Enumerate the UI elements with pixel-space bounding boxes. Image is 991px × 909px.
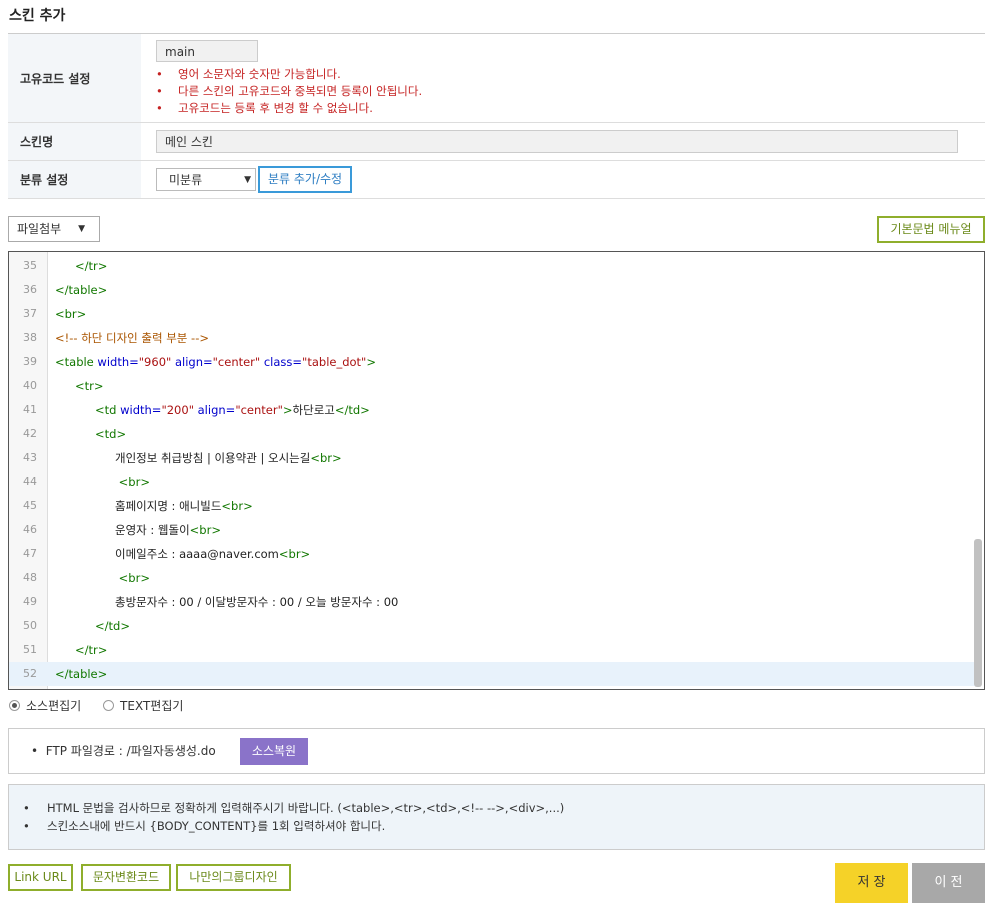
code-line[interactable]: 39 <table width="960" align="center" clas… [9, 350, 975, 374]
code-line[interactable]: 35 </tr> [9, 254, 975, 278]
link-url-button[interactable]: Link URL [8, 864, 73, 891]
code-line[interactable]: 42 <td> [9, 422, 975, 446]
line-number: 39 [23, 355, 37, 368]
page-title: 스킨 추가 [9, 8, 66, 24]
code-text: 홈페이지명 : 애니빌드<br> [115, 499, 253, 513]
code-text: <table width="960" align="center" class=… [55, 355, 376, 369]
caret-down-icon: ▼ [78, 224, 85, 234]
category-select[interactable]: 미분류 ▼ [156, 168, 256, 191]
code-line[interactable]: 47 이메일주소 : aaaa@naver.com<br> [9, 542, 975, 566]
code-line[interactable]: 45 홈페이지명 : 애니빌드<br> [9, 494, 975, 518]
skin-form: 고유코드 설정 main 영어 소문자와 숫자만 가능합니다. 다른 스킨의 고… [8, 33, 985, 199]
line-number: 44 [23, 475, 37, 488]
file-attach-label: 파일첨부 [17, 222, 62, 236]
line-number: 37 [23, 307, 37, 320]
code-text: <br> [55, 307, 87, 321]
code-line[interactable]: 41 <td width="200" align="center">하단로고</t… [9, 398, 975, 422]
category-edit-button[interactable]: 분류 추가/수정 [258, 166, 353, 193]
code-text: </tr> [75, 259, 108, 273]
editor-scrollbar[interactable] [974, 539, 982, 687]
code-line[interactable]: 44 <br> [9, 470, 975, 494]
code-line[interactable]: 46 운영자 : 웹돌이<br> [9, 518, 975, 542]
group-design-button[interactable]: 나만의그룹디자인 [176, 864, 291, 891]
code-note: 다른 스킨의 고유코드와 중복되면 등록이 안됩니다. [156, 83, 984, 100]
file-attach-dropdown[interactable]: 파일첨부 ▼ [8, 216, 100, 242]
code-text: 이메일주소 : aaaa@naver.com<br> [115, 547, 311, 561]
info-item: HTML 문법을 검사하므로 정확하게 입력해주시기 바랍니다. (<table… [23, 799, 564, 817]
skin-name-input[interactable]: 메인 스킨 [156, 130, 958, 153]
code-line[interactable]: 36 </table> [9, 278, 975, 302]
line-number: 48 [23, 571, 37, 584]
code-text: </td> [95, 619, 130, 633]
line-number: 41 [23, 403, 37, 416]
info-panel: HTML 문법을 검사하므로 정확하게 입력해주시기 바랍니다. (<table… [8, 784, 985, 850]
code-editor[interactable]: 35 </tr> 36 </table> 37 <br> 38 <!-- 하단 디자인 출력 … [8, 251, 985, 690]
code-text: <br> [118, 475, 150, 489]
category-label: 분류 설정 [8, 160, 141, 199]
ftp-path-text: FTP 파일경로 : /파일자동생성.do [45, 744, 216, 758]
previous-button[interactable]: 이 전 [912, 863, 985, 903]
caret-down-icon: ▼ [244, 175, 251, 185]
code-line[interactable]: 48 <br> [9, 566, 975, 590]
syntax-manual-button[interactable]: 기본문법 메뉴얼 [877, 216, 985, 243]
char-convert-button[interactable]: 문자변환코드 [81, 864, 171, 891]
code-line[interactable]: 38 <!-- 하단 디자인 출력 부분 --> [9, 326, 975, 350]
category-selected: 미분류 [169, 173, 203, 187]
code-text: <br> [118, 571, 150, 585]
code-text: <tr> [75, 379, 104, 393]
line-number: 49 [23, 595, 37, 608]
line-number: 35 [23, 259, 37, 272]
code-line[interactable]: 52 </table> [9, 662, 975, 686]
line-number: 52 [23, 667, 37, 680]
code-notes: 영어 소문자와 숫자만 가능합니다. 다른 스킨의 고유코드와 중복되면 등록이… [156, 66, 984, 117]
code-text: </tr> [75, 643, 108, 657]
info-item: 스킨소스내에 반드시 {BODY_CONTENT}를 1회 입력하셔야 합니다. [23, 817, 564, 835]
line-number: 50 [23, 619, 37, 632]
line-number: 43 [23, 451, 37, 464]
code-input[interactable]: main [156, 39, 258, 62]
ftp-panel: • FTP 파일경로 : /파일자동생성.do 소스복원 [8, 728, 985, 774]
code-line[interactable]: 37 <br> [9, 302, 975, 326]
text-editor-radio[interactable] [103, 700, 115, 711]
restore-source-button[interactable]: 소스복원 [240, 738, 308, 765]
save-button[interactable]: 저 장 [835, 863, 908, 903]
code-line[interactable]: 49 총방문자수 : 00 / 이달방문자수 : 00 / 오늘 방문자수 : 0… [9, 590, 975, 614]
code-text: <!-- 하단 디자인 출력 부분 --> [55, 331, 209, 345]
code-note: 영어 소문자와 숫자만 가능합니다. [156, 66, 984, 83]
line-number: 38 [23, 331, 37, 344]
code-text: </table> [55, 667, 108, 681]
ftp-path: • FTP 파일경로 : /파일자동생성.do [31, 744, 216, 758]
code-line[interactable]: 43 개인정보 취급방침 | 이용약관 | 오시는길<br> [9, 446, 975, 470]
editor-mode-group: 소스편집기 TEXT편집기 [9, 697, 201, 714]
line-number: 46 [23, 523, 37, 536]
code-text: <td width="200" align="center">하단로고</td> [95, 403, 370, 417]
code-label: 고유코드 설정 [8, 33, 141, 123]
code-text: 운영자 : 웹돌이<br> [115, 523, 221, 537]
name-label: 스킨명 [8, 122, 141, 161]
code-text: <td> [95, 427, 127, 441]
source-editor-label: 소스편집기 [26, 699, 82, 713]
line-number: 40 [23, 379, 37, 392]
line-number: 42 [23, 427, 37, 440]
code-text: </table> [55, 283, 108, 297]
code-text: 총방문자수 : 00 / 이달방문자수 : 00 / 오늘 방문자수 : 00 [115, 595, 399, 609]
code-note: 고유코드는 등록 후 변경 할 수 없습니다. [156, 100, 984, 117]
code-line[interactable]: 51 </tr> [9, 638, 975, 662]
code-line[interactable]: 40 <tr> [9, 374, 975, 398]
line-number: 45 [23, 499, 37, 512]
source-editor-radio[interactable] [9, 700, 20, 711]
code-text: 개인정보 취급방침 | 이용약관 | 오시는길<br> [115, 451, 342, 465]
line-number: 51 [23, 643, 37, 656]
code-line[interactable]: 50 </td> [9, 614, 975, 638]
line-number: 47 [23, 547, 37, 560]
line-number: 36 [23, 283, 37, 296]
text-editor-label: TEXT편집기 [120, 699, 184, 713]
